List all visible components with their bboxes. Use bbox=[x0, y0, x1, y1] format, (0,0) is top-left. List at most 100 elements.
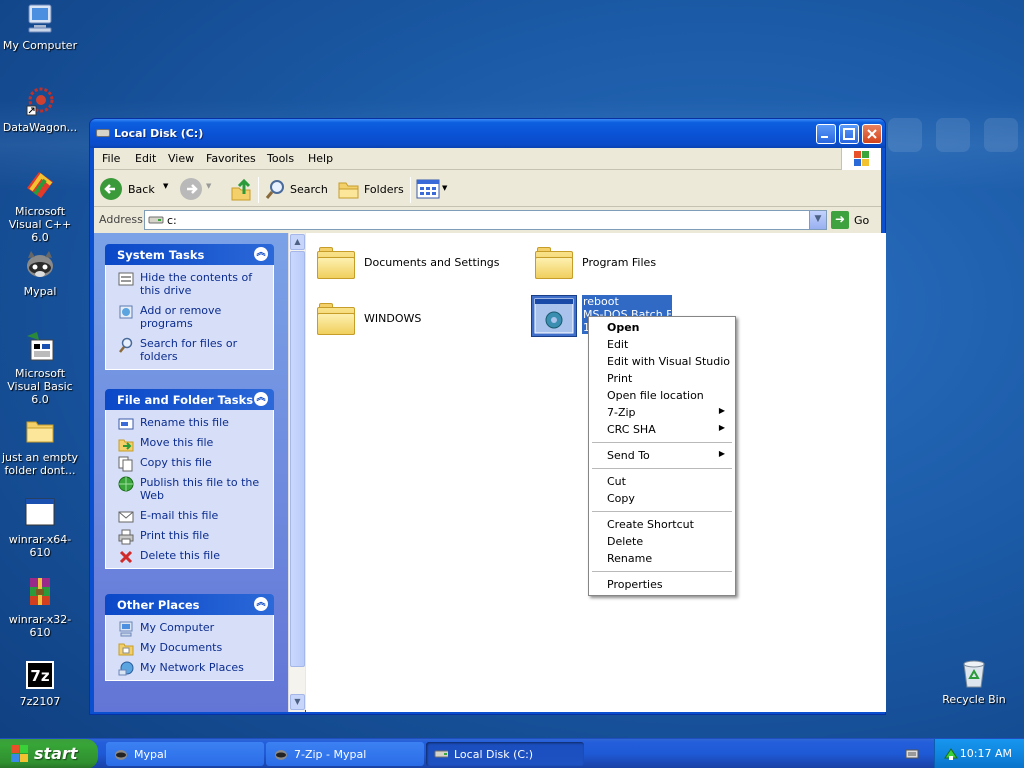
minimize-button[interactable] bbox=[816, 124, 836, 144]
back-dropdown-icon[interactable]: ▼ bbox=[163, 182, 168, 190]
collapse-chevron-icon[interactable]: ︽ bbox=[254, 392, 268, 406]
file-name: Documents and Settings bbox=[364, 256, 500, 269]
ctx-label: 7-Zip bbox=[607, 406, 636, 419]
scroll-up-button[interactable]: ▲ bbox=[290, 234, 305, 250]
place-my-computer[interactable]: My Computer bbox=[118, 621, 267, 637]
menu-file[interactable]: File bbox=[102, 152, 120, 165]
views-button[interactable]: ▼ bbox=[416, 178, 450, 202]
go-label[interactable]: Go bbox=[854, 214, 869, 227]
taskbar-item-7zip-mypal[interactable]: 7-Zip - Mypal bbox=[266, 742, 424, 766]
desktop-icon-label: just an empty folder dont... bbox=[1, 451, 79, 477]
place-my-documents[interactable]: My Documents bbox=[118, 641, 267, 656]
task-label: Copy this file bbox=[140, 456, 212, 469]
ctx-create-shortcut[interactable]: Create Shortcut bbox=[591, 516, 733, 533]
keyboard-icon[interactable] bbox=[905, 747, 919, 761]
desktop-icon-label: Microsoft Visual Basic 6.0 bbox=[7, 367, 73, 406]
ctx-open-file-location[interactable]: Open file location bbox=[591, 387, 733, 404]
desktop-icon-my-computer[interactable]: My Computer bbox=[0, 2, 80, 52]
add-remove-programs-icon bbox=[119, 305, 133, 319]
task-rename-file[interactable]: Rename this file bbox=[118, 416, 267, 430]
back-button[interactable]: Back ▼ bbox=[100, 178, 168, 202]
submenu-arrow-icon: ▶ bbox=[718, 449, 725, 458]
file-name: reboot bbox=[583, 295, 619, 308]
other-places-header[interactable]: Other Places ︽ bbox=[105, 594, 274, 615]
start-button[interactable]: start bbox=[0, 739, 98, 768]
folder-windows[interactable]: WINDOWS bbox=[317, 299, 457, 339]
file-name: WINDOWS bbox=[364, 312, 422, 325]
ctx-delete[interactable]: Delete bbox=[591, 533, 733, 550]
task-copy-file[interactable]: Copy this file bbox=[118, 456, 267, 472]
ctx-cut[interactable]: Cut bbox=[591, 473, 733, 490]
go-button[interactable]: ➜ bbox=[831, 211, 849, 229]
window-title: Local Disk (C:) bbox=[114, 127, 204, 140]
ctx-edit-visual-studio[interactable]: Edit with Visual Studio bbox=[591, 353, 733, 370]
ctx-edit[interactable]: Edit bbox=[591, 336, 733, 353]
address-dropdown-button[interactable]: ▼ bbox=[809, 211, 826, 229]
taskbar-item-label: 7-Zip - Mypal bbox=[294, 748, 367, 761]
menu-separator bbox=[592, 468, 732, 469]
forward-arrow-icon bbox=[180, 178, 202, 200]
panel-title: Other Places bbox=[117, 598, 200, 612]
ctx-label: Rename bbox=[607, 552, 653, 565]
ctx-7zip[interactable]: 7-Zip ▶ bbox=[591, 404, 733, 421]
address-input[interactable]: c: ▼ bbox=[144, 210, 827, 230]
desktop-icon-winrar-x32[interactable]: winrar-x32-610 bbox=[0, 576, 80, 639]
place-my-network-places[interactable]: My Network Places bbox=[118, 661, 267, 676]
minimize-icon bbox=[821, 136, 828, 138]
tray-network-icon[interactable] bbox=[943, 746, 959, 762]
computer-icon bbox=[23, 2, 57, 36]
task-add-remove-programs[interactable]: Add or remove programs bbox=[118, 304, 267, 330]
folders-button[interactable]: Folders bbox=[338, 178, 404, 202]
menu-view[interactable]: View bbox=[168, 152, 194, 165]
desktop-icon-datawagon[interactable]: DataWagon... bbox=[0, 84, 80, 134]
clock[interactable]: 10:17 AM bbox=[960, 747, 1012, 760]
desktop-icon-mypal[interactable]: Mypal bbox=[0, 248, 80, 298]
file-folder-tasks-header[interactable]: File and Folder Tasks ︽ bbox=[105, 389, 274, 410]
taskbar-item-mypal[interactable]: Mypal bbox=[106, 742, 264, 766]
folder-documents-and-settings[interactable]: Documents and Settings bbox=[317, 243, 507, 283]
desktop-icon-visual-cpp[interactable]: Microsoft Visual C++ 6.0 bbox=[0, 168, 80, 244]
ctx-copy[interactable]: Copy bbox=[591, 490, 733, 507]
scroll-thumb[interactable] bbox=[290, 251, 305, 667]
desktop-icon-recycle-bin[interactable]: Recycle Bin bbox=[934, 656, 1014, 706]
menu-tools[interactable]: Tools bbox=[267, 152, 294, 165]
search-button[interactable]: Search bbox=[264, 178, 332, 202]
task-print-file[interactable]: Print this file bbox=[118, 529, 267, 545]
menu-help[interactable]: Help bbox=[308, 152, 333, 165]
desktop-icon-empty-folder[interactable]: just an empty folder dont... bbox=[0, 414, 80, 477]
title-bar[interactable]: Local Disk (C:) bbox=[90, 119, 885, 148]
ctx-properties[interactable]: Properties bbox=[591, 576, 733, 593]
task-search-files[interactable]: Search for files or folders bbox=[118, 337, 267, 363]
scroll-down-button[interactable]: ▼ bbox=[290, 694, 305, 710]
menu-edit[interactable]: Edit bbox=[135, 152, 156, 165]
task-pane-scrollbar[interactable]: ▲ ▼ bbox=[288, 233, 305, 712]
task-email-file[interactable]: E-mail this file bbox=[118, 509, 267, 523]
taskbar-item-label: Mypal bbox=[134, 748, 167, 761]
up-folder-button[interactable] bbox=[230, 178, 254, 202]
task-publish-web[interactable]: Publish this file to the Web bbox=[118, 476, 267, 502]
ctx-print[interactable]: Print bbox=[591, 370, 733, 387]
ctx-crc-sha[interactable]: CRC SHA ▶ bbox=[591, 421, 733, 438]
ctx-open[interactable]: Open bbox=[591, 319, 733, 336]
maximize-button[interactable] bbox=[839, 124, 859, 144]
forward-button[interactable]: ▼ bbox=[180, 178, 211, 202]
task-delete-file[interactable]: Delete this file bbox=[118, 549, 267, 564]
collapse-chevron-icon[interactable]: ︽ bbox=[254, 597, 268, 611]
explorer-window: Local Disk (C:) File Edit View Favorites… bbox=[89, 118, 886, 715]
collapse-chevron-icon[interactable]: ︽ bbox=[254, 247, 268, 261]
close-button[interactable] bbox=[862, 124, 882, 144]
taskbar-item-local-disk[interactable]: Local Disk (C:) bbox=[426, 742, 584, 766]
desktop-icon-visual-basic[interactable]: Microsoft Visual Basic 6.0 bbox=[0, 330, 80, 406]
ctx-send-to[interactable]: Send To ▶ bbox=[591, 447, 733, 464]
ctx-rename[interactable]: Rename bbox=[591, 550, 733, 567]
task-hide-drive-contents[interactable]: Hide the contents of this drive bbox=[118, 271, 267, 297]
system-tasks-header[interactable]: System Tasks ︽ bbox=[105, 244, 274, 265]
desktop-icon-7zip[interactable]: 7z 7z2107 bbox=[0, 658, 80, 708]
desktop-icon-winrar-x64[interactable]: winrar-x64-610 bbox=[0, 496, 80, 559]
menu-favorites[interactable]: Favorites bbox=[206, 152, 256, 165]
other-places-panel: Other Places ︽ My Computer My Documents … bbox=[105, 594, 274, 681]
menu-separator bbox=[592, 571, 732, 572]
folder-program-files[interactable]: Program Files bbox=[535, 243, 675, 283]
task-move-file[interactable]: Move this file bbox=[118, 436, 267, 452]
ctx-label: Copy bbox=[607, 492, 635, 505]
